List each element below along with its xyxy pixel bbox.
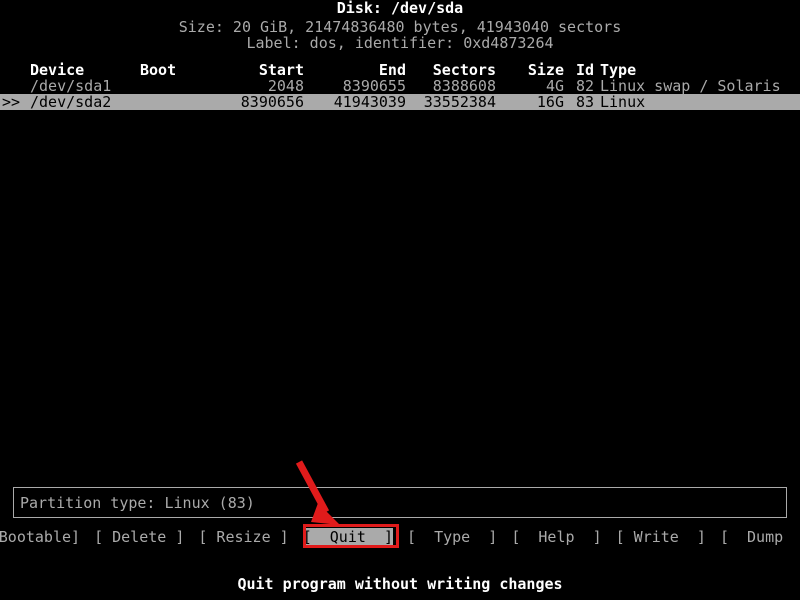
cell-id: 82 [575,77,594,95]
partition-type-text: Partition type: Linux (83) [20,494,255,512]
cell-id: 83 [575,93,594,111]
column-header-start: Start [258,61,304,79]
cell-type: Linux [600,93,646,111]
partition-table: Device Boot Start End Sectors Size Id Ty… [0,62,800,110]
menu-item-quit[interactable]: [ Quit ] [302,528,393,546]
status-hint-line: Quit program without writing changes [237,575,563,593]
cell-sectors: 8388608 [432,77,496,95]
menu-item-resize[interactable]: [ Resize ] [198,528,288,546]
cell-size: 16G [536,93,564,111]
cell-end: 41943039 [333,93,406,111]
cell-device: /dev/sda1 [30,77,112,95]
cell-start: 8390656 [240,93,304,111]
partition-type-box: Partition type: Linux (83) [13,487,787,518]
menu-item-dump[interactable]: [ Dump ] [720,528,800,546]
column-header-boot: Boot [140,61,177,79]
partition-table-header: Device Boot Start End Sectors Size Id Ty… [0,62,800,78]
column-header-size: Size [527,61,564,79]
menu-item-bootable[interactable]: [Bootable] [0,528,80,546]
menu-item-delete[interactable]: [ Delete ] [94,528,184,546]
cell-end: 8390655 [342,77,406,95]
column-header-type: Type [600,61,637,79]
cell-type: Linux swap / Solaris [600,77,781,95]
column-header-device: Device [30,61,85,79]
table-row-selected[interactable]: >> /dev/sda2 8390656 41943039 33552384 1… [0,94,800,110]
cfdisk-terminal-screen: Disk: /dev/sda Size: 20 GiB, 21474836480… [0,0,800,600]
column-header-sectors: Sectors [432,61,496,79]
menu-item-write[interactable]: [ Write ] [616,528,706,546]
cell-start: 2048 [267,77,304,95]
disk-label-line: Label: dos, identifier: 0xd4873264 [246,34,554,52]
cell-size: 4G [545,77,564,95]
cell-sectors: 33552384 [423,93,496,111]
menu-item-type[interactable]: [ Type ] [407,528,497,546]
table-row[interactable]: /dev/sda1 2048 8390655 8388608 4G 82 Lin… [0,78,800,94]
row-selection-marker: >> [2,93,21,111]
column-header-id: Id [575,61,594,79]
cell-device: /dev/sda2 [30,93,112,111]
command-menu-bar: [Bootable] [ Delete ] [ Resize ] [ Quit … [0,528,800,546]
menu-item-help[interactable]: [ Help ] [511,528,601,546]
disk-size-line: Size: 20 GiB, 21474836480 bytes, 4194304… [178,18,622,36]
disk-title: Disk: /dev/sda [336,0,464,17]
column-header-end: End [378,61,406,79]
